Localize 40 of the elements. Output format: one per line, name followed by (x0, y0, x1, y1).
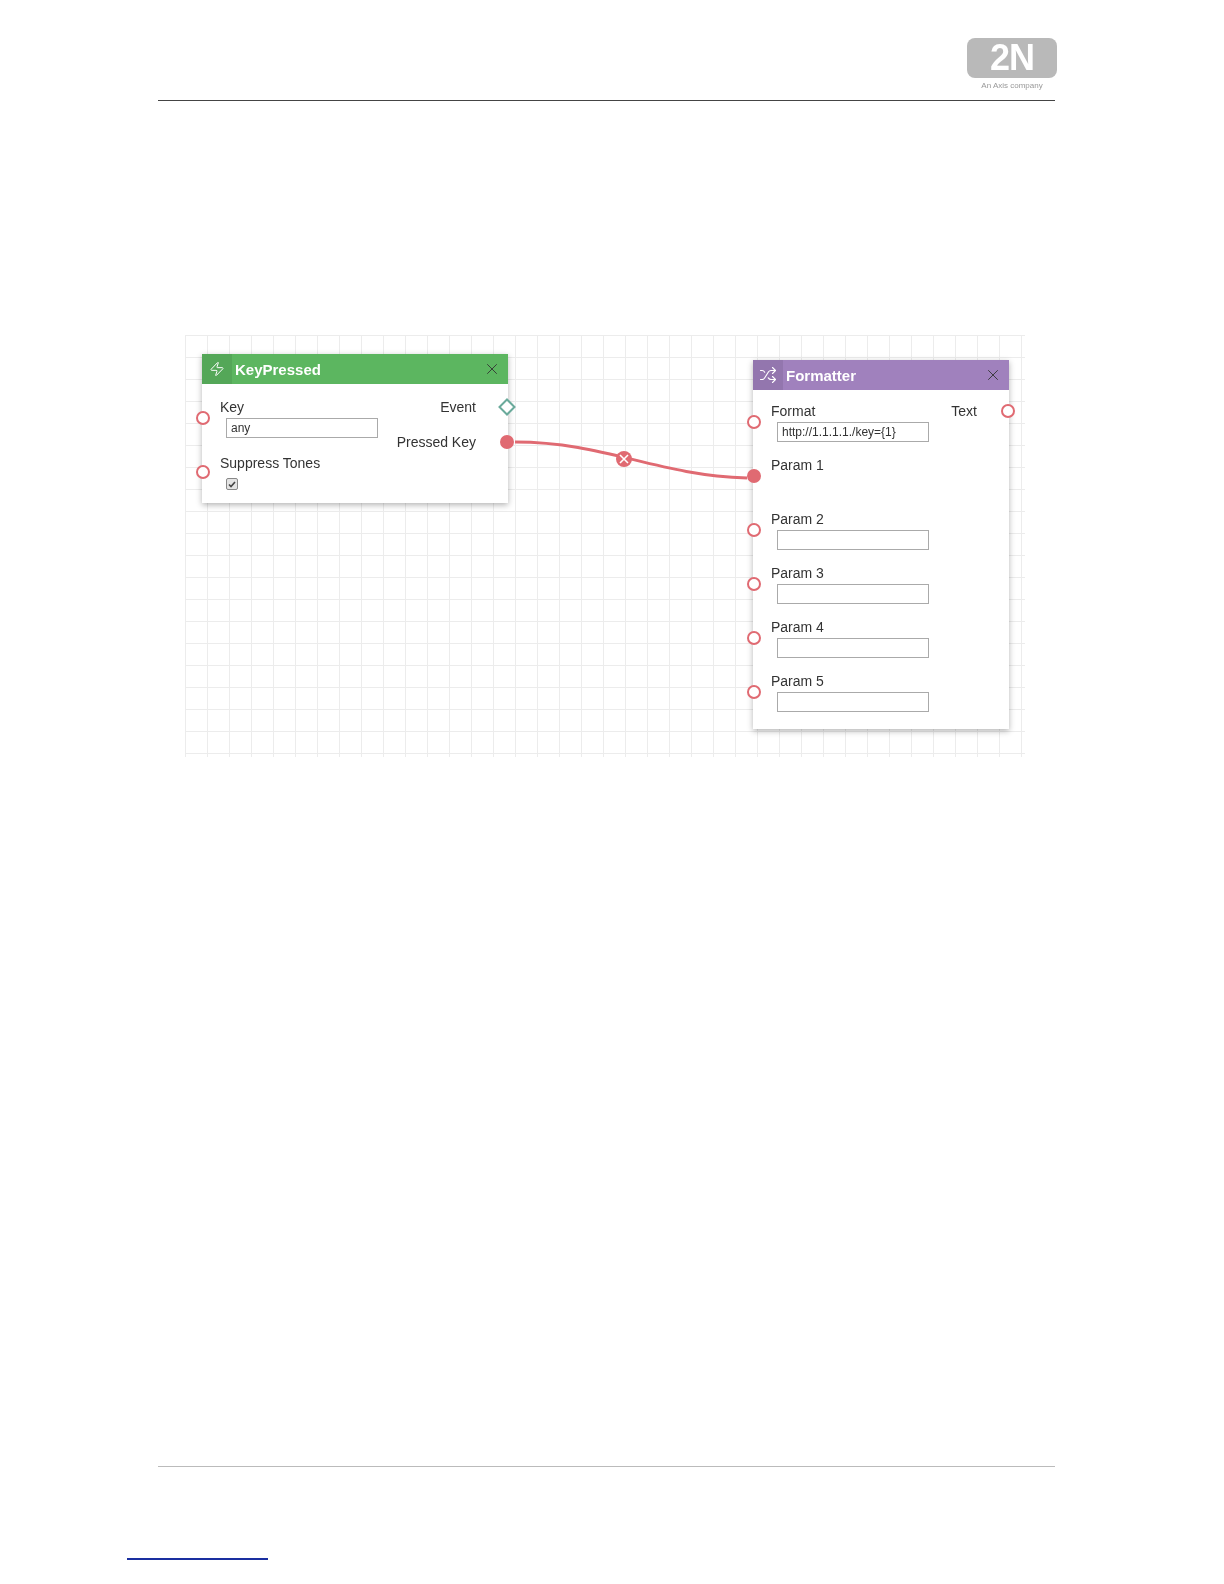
node-title: Formatter (786, 366, 857, 384)
input-field[interactable] (777, 638, 929, 658)
logo-mark: 2N (967, 38, 1057, 78)
node-title: KeyPressed (235, 360, 322, 378)
input-label: Param 1 (771, 456, 825, 474)
input-port[interactable] (747, 415, 761, 429)
input-label: Param 5 (771, 672, 825, 690)
connection-wire[interactable] (514, 440, 748, 480)
output-label: Text (951, 402, 977, 420)
output-port[interactable] (500, 435, 514, 449)
input-port[interactable] (747, 631, 761, 645)
input-port[interactable] (747, 469, 761, 483)
input-label: Key (220, 398, 246, 416)
lightning-icon (209, 361, 225, 377)
logo-tagline: An Axis company (981, 81, 1043, 90)
input-port[interactable] (747, 523, 761, 537)
input-port[interactable] (196, 411, 210, 425)
check-icon (228, 480, 236, 488)
node-card[interactable]: Formatter Format http://1.1.1.1./key={1} Param 1 Param 2 Param 3 Param 4 Param 5 Text (753, 360, 1009, 729)
output-label: Event (440, 398, 476, 416)
input-label: Param 2 (771, 510, 825, 528)
input-field[interactable] (777, 692, 929, 712)
input-field[interactable]: http://1.1.1.1./key={1} (777, 422, 929, 442)
input-label: Format (771, 402, 817, 420)
output-label: Pressed Key (396, 433, 476, 451)
input-field[interactable] (777, 584, 929, 604)
input-port[interactable] (747, 577, 761, 591)
input-label: Suppress Tones (220, 454, 322, 472)
shuffle-icon (759, 366, 777, 384)
input-field[interactable]: any (226, 418, 378, 438)
input-label: Param 3 (771, 564, 825, 582)
delete-link-icon[interactable] (616, 451, 632, 467)
input-port[interactable] (747, 685, 761, 699)
output-port[interactable] (498, 398, 516, 416)
output-port[interactable] (1001, 404, 1015, 418)
input-field[interactable] (777, 530, 929, 550)
checkbox[interactable] (226, 478, 238, 490)
node-card[interactable]: KeyPressed Key any Suppress Tones Event Pressed Key (202, 354, 508, 503)
input-port[interactable] (196, 465, 210, 479)
input-label: Param 4 (771, 618, 825, 636)
